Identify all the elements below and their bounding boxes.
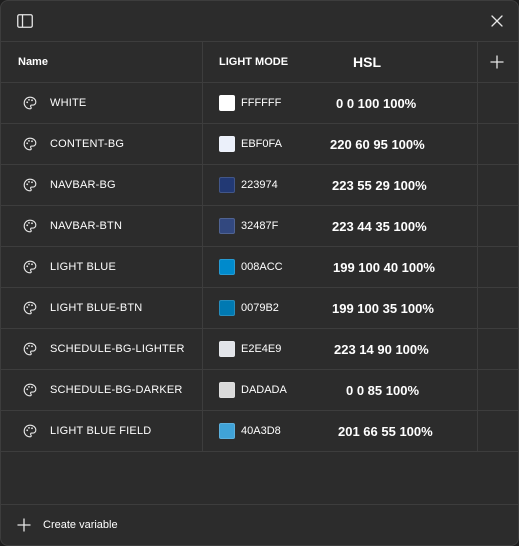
hsl-value[interactable]: 0 0 85 100% (346, 383, 419, 398)
palette-icon (23, 424, 37, 438)
add-mode-plus-icon[interactable] (489, 54, 505, 70)
hex-value[interactable]: 0079B2 (241, 302, 279, 314)
close-icon[interactable] (490, 14, 504, 28)
hsl-value[interactable]: 0 0 100 100% (336, 96, 416, 111)
hsl-value[interactable]: 220 60 95 100% (330, 137, 425, 152)
hsl-value[interactable]: 199 100 35 100% (332, 301, 434, 316)
variable-row[interactable]: LIGHT BLUE 008ACC 199 100 40 100% (1, 247, 518, 288)
variable-row[interactable]: SCHEDULE-BG-DARKER DADADA 0 0 85 100% (1, 370, 518, 411)
hsl-value[interactable]: 223 55 29 100% (332, 178, 427, 193)
variable-row[interactable]: CONTENT-BG EBF0FA 220 60 95 100% (1, 124, 518, 165)
palette-icon (23, 178, 37, 192)
hex-value[interactable]: FFFFFF (241, 97, 281, 109)
column-header-name[interactable]: Name (18, 56, 48, 68)
palette-icon (23, 137, 37, 151)
palette-icon (23, 301, 37, 315)
variable-name[interactable]: NAVBAR-BTN (50, 220, 122, 232)
variable-row[interactable]: SCHEDULE-BG-LIGHTER E2E4E9 223 14 90 100% (1, 329, 518, 370)
variable-row[interactable]: NAVBAR-BTN 32487F 223 44 35 100% (1, 206, 518, 247)
variable-name[interactable]: LIGHT BLUE FIELD (50, 425, 151, 437)
color-swatch[interactable] (219, 218, 235, 234)
color-swatch[interactable] (219, 341, 235, 357)
variable-row[interactable]: LIGHT BLUE-BTN 0079B2 199 100 35 100% (1, 288, 518, 329)
variable-name[interactable]: NAVBAR-BG (50, 179, 116, 191)
plus-icon (17, 518, 31, 532)
hex-value[interactable]: E2E4E9 (241, 343, 281, 355)
hsl-value[interactable]: 223 44 35 100% (332, 219, 427, 234)
title-bar (1, 1, 518, 42)
color-swatch[interactable] (219, 300, 235, 316)
hex-value[interactable]: DADADA (241, 384, 287, 396)
color-swatch[interactable] (219, 95, 235, 111)
color-swatch[interactable] (219, 259, 235, 275)
hex-value[interactable]: 223974 (241, 179, 278, 191)
variable-name[interactable]: LIGHT BLUE (50, 261, 116, 273)
column-header-light-mode[interactable]: LIGHT MODE (219, 56, 288, 68)
variable-row[interactable]: NAVBAR-BG 223974 223 55 29 100% (1, 165, 518, 206)
variable-name[interactable]: WHITE (50, 97, 86, 109)
color-swatch[interactable] (219, 177, 235, 193)
variable-name[interactable]: CONTENT-BG (50, 138, 124, 150)
hex-value[interactable]: 008ACC (241, 261, 283, 273)
variables-window: Name LIGHT MODE HSL WHITE FFFFFF 0 0 100 1… (0, 0, 519, 546)
color-swatch[interactable] (219, 423, 235, 439)
color-swatch[interactable] (219, 382, 235, 398)
palette-icon (23, 342, 37, 356)
hex-value[interactable]: 40A3D8 (241, 425, 281, 437)
hsl-value[interactable]: 199 100 40 100% (333, 260, 435, 275)
create-variable-label: Create variable (43, 519, 118, 531)
variable-row[interactable]: LIGHT BLUE FIELD 40A3D8 201 66 55 100% (1, 411, 518, 452)
color-swatch[interactable] (219, 136, 235, 152)
sidebar-toggle-icon[interactable] (17, 14, 33, 28)
palette-icon (23, 260, 37, 274)
variable-name[interactable]: LIGHT BLUE-BTN (50, 302, 142, 314)
palette-icon (23, 96, 37, 110)
palette-icon (23, 219, 37, 233)
variable-row[interactable]: WHITE FFFFFF 0 0 100 100% (1, 83, 518, 124)
variable-name[interactable]: SCHEDULE-BG-LIGHTER (50, 343, 185, 355)
hsl-value[interactable]: 223 14 90 100% (334, 342, 429, 357)
hsl-value[interactable]: 201 66 55 100% (338, 424, 433, 439)
hex-value[interactable]: 32487F (241, 220, 278, 232)
hex-value[interactable]: EBF0FA (241, 138, 282, 150)
variable-name[interactable]: SCHEDULE-BG-DARKER (50, 384, 183, 396)
column-header-hsl: HSL (353, 54, 381, 70)
palette-icon (23, 383, 37, 397)
